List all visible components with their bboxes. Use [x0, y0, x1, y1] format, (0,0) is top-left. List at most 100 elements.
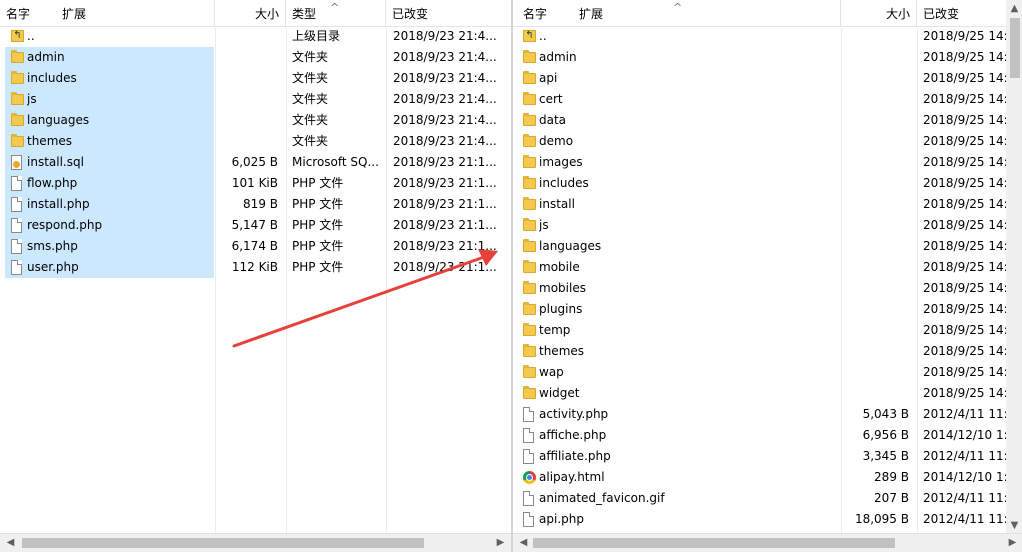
- table-row[interactable]: flow.php 101 KiB PHP 文件 2018/9/23 21:1...: [0, 173, 511, 194]
- left-header-type[interactable]: ^ 类型: [286, 0, 386, 26]
- left-header-size[interactable]: 大小: [215, 0, 286, 26]
- file-name: mobile: [539, 260, 580, 274]
- right-scroll-thumb[interactable]: [533, 538, 895, 548]
- file-size: 289 B: [874, 470, 909, 484]
- file-name: cert: [539, 92, 563, 106]
- file-size: [841, 215, 909, 236]
- right-header-ext-label[interactable]: 扩展: [579, 0, 603, 26]
- table-row[interactable]: temp 2018/9/25 14:: [513, 320, 1006, 341]
- scroll-left-icon[interactable]: ◀: [2, 534, 19, 551]
- left-scroll-thumb[interactable]: [22, 538, 424, 548]
- file-size: [841, 110, 909, 131]
- file-name: widget: [539, 386, 580, 400]
- file-name: images: [539, 155, 583, 169]
- folder-icon: [523, 344, 536, 357]
- right-header-size[interactable]: 大小: [841, 0, 917, 26]
- table-row[interactable]: plugins 2018/9/25 14:: [513, 299, 1006, 320]
- file-icon: [11, 176, 22, 191]
- table-row[interactable]: js 2018/9/25 14:: [513, 215, 1006, 236]
- table-row[interactable]: languages 文件夹 2018/9/23 21:4...: [0, 110, 511, 131]
- table-row[interactable]: themes 文件夹 2018/9/23 21:4...: [0, 131, 511, 152]
- table-row[interactable]: demo 2018/9/25 14:: [513, 131, 1006, 152]
- file-name: languages: [27, 113, 90, 127]
- left-header-modified-label: 已改变: [392, 7, 429, 21]
- file-modified: 2018/9/23 21:4...: [393, 134, 497, 148]
- file-size: 6,025 B: [231, 155, 278, 169]
- file-name: js: [539, 218, 549, 232]
- table-row[interactable]: mobiles 2018/9/25 14:: [513, 278, 1006, 299]
- right-header-name[interactable]: 名字 ^ 扩展: [513, 0, 841, 26]
- file-modified: 2018/9/23 21:1...: [393, 176, 497, 190]
- local-file-pane[interactable]: 名字 扩展 大小 ^ 类型 已改变 ↰.. 上级目录 2018/9/23 21:4.…: [0, 0, 512, 552]
- table-row[interactable]: user.php 112 KiB PHP 文件 2018/9/23 21:1...: [0, 257, 511, 278]
- table-row[interactable]: install.sql 6,025 B Microsoft SQ... 2018/9/…: [0, 152, 511, 173]
- file-name: ..: [27, 29, 35, 43]
- table-row[interactable]: activity.php 5,043 B 2012/4/11 11:: [513, 404, 1006, 425]
- table-row[interactable]: affiche.php 6,956 B 2014/12/10 1:: [513, 425, 1006, 446]
- file-name: languages: [539, 239, 602, 253]
- table-row[interactable]: js 文件夹 2018/9/23 21:4...: [0, 89, 511, 110]
- table-row[interactable]: animated_favicon.gif 207 B 2012/4/11 11:: [513, 488, 1006, 509]
- file-size: [215, 68, 278, 89]
- scroll-left-icon[interactable]: ◀: [515, 534, 532, 551]
- right-vertical-scrollbar[interactable]: ▲ ▼: [1006, 0, 1022, 534]
- table-row[interactable]: images 2018/9/25 14:: [513, 152, 1006, 173]
- table-row[interactable]: admin 文件夹 2018/9/23 21:4...: [0, 47, 511, 68]
- table-row[interactable]: includes 2018/9/25 14:: [513, 173, 1006, 194]
- left-header-ext-label[interactable]: 扩展: [62, 0, 86, 26]
- table-row[interactable]: install.php 819 B PHP 文件 2018/9/23 21:1...: [0, 194, 511, 215]
- file-name: affiche.php: [539, 428, 607, 442]
- table-row[interactable]: languages 2018/9/25 14:: [513, 236, 1006, 257]
- table-row[interactable]: install 2018/9/25 14:: [513, 194, 1006, 215]
- file-size: 18,095 B: [854, 512, 909, 526]
- file-size: [215, 26, 278, 47]
- table-row[interactable]: api 2018/9/25 14:: [513, 68, 1006, 89]
- file-size: [841, 278, 909, 299]
- file-icon: [11, 260, 22, 275]
- file-name: data: [539, 113, 567, 127]
- right-horizontal-scrollbar[interactable]: ◀ ▶: [513, 533, 1022, 552]
- table-row[interactable]: wap 2018/9/25 14:: [513, 362, 1006, 383]
- file-modified: 2018/9/25 14:: [923, 92, 1006, 106]
- table-row[interactable]: ↰.. 上级目录 2018/9/23 21:4...: [0, 26, 511, 47]
- table-row[interactable]: respond.php 5,147 B PHP 文件 2018/9/23 21:1..…: [0, 215, 511, 236]
- right-vscroll-thumb[interactable]: [1010, 18, 1020, 78]
- table-row[interactable]: includes 文件夹 2018/9/23 21:4...: [0, 68, 511, 89]
- file-size: [215, 47, 278, 68]
- file-size: 207 B: [874, 491, 909, 505]
- table-row[interactable]: mobile 2018/9/25 14:: [513, 257, 1006, 278]
- left-horizontal-scrollbar[interactable]: ◀ ▶: [0, 533, 511, 552]
- file-type: 文件夹: [292, 113, 329, 127]
- table-row[interactable]: cert 2018/9/25 14:: [513, 89, 1006, 110]
- remote-file-pane[interactable]: 名字 ^ 扩展 大小 已改变 ↰.. 2018/9/25 14: admin 2018…: [512, 0, 1022, 552]
- file-name: animated_favicon.gif: [539, 491, 665, 505]
- file-size: [215, 131, 278, 152]
- scroll-right-icon[interactable]: ▶: [492, 534, 509, 551]
- scroll-down-icon[interactable]: ▼: [1006, 517, 1022, 534]
- file-name: flow.php: [27, 176, 78, 190]
- sql-file-icon: [11, 155, 22, 170]
- file-name: wap: [539, 365, 564, 379]
- table-row[interactable]: data 2018/9/25 14:: [513, 110, 1006, 131]
- scroll-right-icon[interactable]: ▶: [1004, 534, 1021, 551]
- table-row[interactable]: api.php 18,095 B 2012/4/11 11:: [513, 509, 1006, 530]
- left-header-modified[interactable]: 已改变: [386, 0, 511, 26]
- table-row[interactable]: sms.php 6,174 B PHP 文件 2018/9/23 21:1...: [0, 236, 511, 257]
- folder-icon: [11, 71, 24, 84]
- file-icon: [523, 449, 534, 464]
- sort-ascending-icon: ^: [330, 1, 340, 14]
- table-row[interactable]: themes 2018/9/25 14:: [513, 341, 1006, 362]
- file-size: [215, 89, 278, 110]
- file-modified: 2018/9/23 21:4...: [393, 50, 497, 64]
- table-row[interactable]: admin 2018/9/25 14:: [513, 47, 1006, 68]
- folder-icon: [523, 365, 536, 378]
- table-row[interactable]: affiliate.php 3,345 B 2012/4/11 11:: [513, 446, 1006, 467]
- file-icon: [523, 407, 534, 422]
- table-row[interactable]: ↰.. 2018/9/25 14:: [513, 26, 1006, 47]
- table-row[interactable]: alipay.html 289 B 2014/12/10 1:: [513, 467, 1006, 488]
- file-modified: 2018/9/25 14:: [923, 29, 1006, 43]
- scroll-up-icon[interactable]: ▲: [1006, 0, 1022, 17]
- table-row[interactable]: widget 2018/9/25 14:: [513, 383, 1006, 404]
- left-header-name[interactable]: 名字 扩展: [0, 0, 215, 26]
- file-modified: 2018/9/23 21:1...: [393, 239, 497, 253]
